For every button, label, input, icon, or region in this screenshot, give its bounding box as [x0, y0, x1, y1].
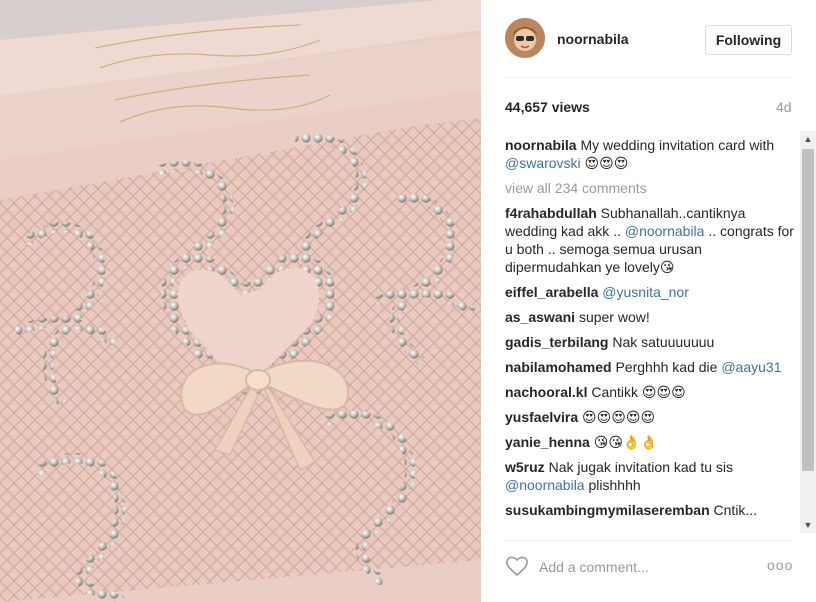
comment-username[interactable]: as_aswani	[505, 309, 575, 325]
comment-text: plishhhh	[584, 477, 641, 493]
more-options-button[interactable]: ooo	[767, 557, 793, 573]
footer-divider	[505, 540, 792, 541]
list-item: nabilamohamed Perghhh kad die @aayu31	[505, 358, 797, 376]
list-item: nachooral.kl Cantikk 😍😍😍	[505, 383, 797, 401]
comment-text: Nak satuuuuuuu	[608, 334, 715, 350]
comment-list: noornabila My wedding invitation card wi…	[505, 136, 797, 534]
comment-text: Cantikk 😍😍😍	[587, 384, 686, 400]
comment-text: Perghhh kad die	[611, 359, 722, 375]
view-count: 44,657 views	[505, 99, 590, 115]
list-item: yanie_henna 😘😘👌👌	[505, 433, 797, 451]
comment-username[interactable]: nabilamohamed	[505, 359, 612, 375]
comment-mention[interactable]: @aayu31	[721, 359, 781, 375]
caption-username[interactable]: noornabila	[505, 137, 577, 153]
comment-mention[interactable]: @yusnita_nor	[602, 284, 689, 300]
comment-username[interactable]: susukambingmymilaseremban	[505, 502, 710, 518]
comment-username[interactable]: yusfaelvira	[505, 409, 578, 425]
header-divider	[505, 77, 792, 78]
list-item: gadis_terbilang Nak satuuuuuuu	[505, 333, 797, 351]
comment-text: Cntik...	[709, 502, 758, 518]
scroll-up-arrow-icon[interactable]: ▲	[800, 131, 816, 147]
comment-username[interactable]: eiffel_arabella	[505, 284, 598, 300]
comment-username[interactable]: f4rahabdullah	[505, 205, 597, 221]
heart-icon[interactable]	[505, 555, 529, 577]
comment-username[interactable]: yanie_henna	[505, 434, 590, 450]
post-age[interactable]: 4d	[776, 99, 792, 115]
scroll-thumb[interactable]	[802, 149, 814, 471]
comment-mention[interactable]: @noornabila	[505, 477, 585, 493]
comment-mention[interactable]: @noornabila	[625, 223, 705, 239]
comment-username[interactable]: w5ruz	[505, 459, 545, 475]
post-username[interactable]: noornabila	[557, 31, 629, 47]
comment-text: super wow!	[575, 309, 650, 325]
comment-text: 😍😍😍😍😍	[578, 409, 656, 425]
list-item: yusfaelvira 😍😍😍😍😍	[505, 408, 797, 426]
list-item: w5ruz Nak jugak invitation kad tu sis @n…	[505, 458, 797, 494]
comment-username[interactable]: nachooral.kl	[505, 384, 587, 400]
caption: noornabila My wedding invitation card wi…	[505, 136, 797, 172]
scroll-down-arrow-icon[interactable]: ▼	[800, 517, 816, 533]
post-photo[interactable]	[0, 0, 481, 602]
list-item: as_aswani super wow!	[505, 308, 797, 326]
add-comment-input[interactable]	[539, 557, 739, 577]
comment-username[interactable]: gadis_terbilang	[505, 334, 608, 350]
comment-text: 😘😘👌👌	[589, 434, 658, 450]
caption-emoji: 😍😍😍	[580, 155, 629, 171]
invitation-card-image	[0, 0, 481, 602]
list-item: f4rahabdullah Subhanallah..cantiknya wed…	[505, 204, 797, 276]
list-item: susukambingmymilaseremban Cntik...	[505, 501, 797, 519]
comment-scrollbar[interactable]: ▲ ▼	[800, 131, 816, 533]
following-button[interactable]: Following	[705, 25, 792, 55]
caption-text: My wedding invitation card with	[576, 137, 775, 153]
view-all-comments-link[interactable]: view all 234 comments	[505, 179, 797, 197]
list-item: eiffel_arabella @yusnita_nor	[505, 283, 797, 301]
avatar-image	[505, 18, 545, 58]
caption-mention[interactable]: @swarovski	[505, 155, 581, 171]
comment-text: Nak jugak invitation kad tu sis	[544, 459, 734, 475]
avatar[interactable]	[505, 18, 545, 58]
